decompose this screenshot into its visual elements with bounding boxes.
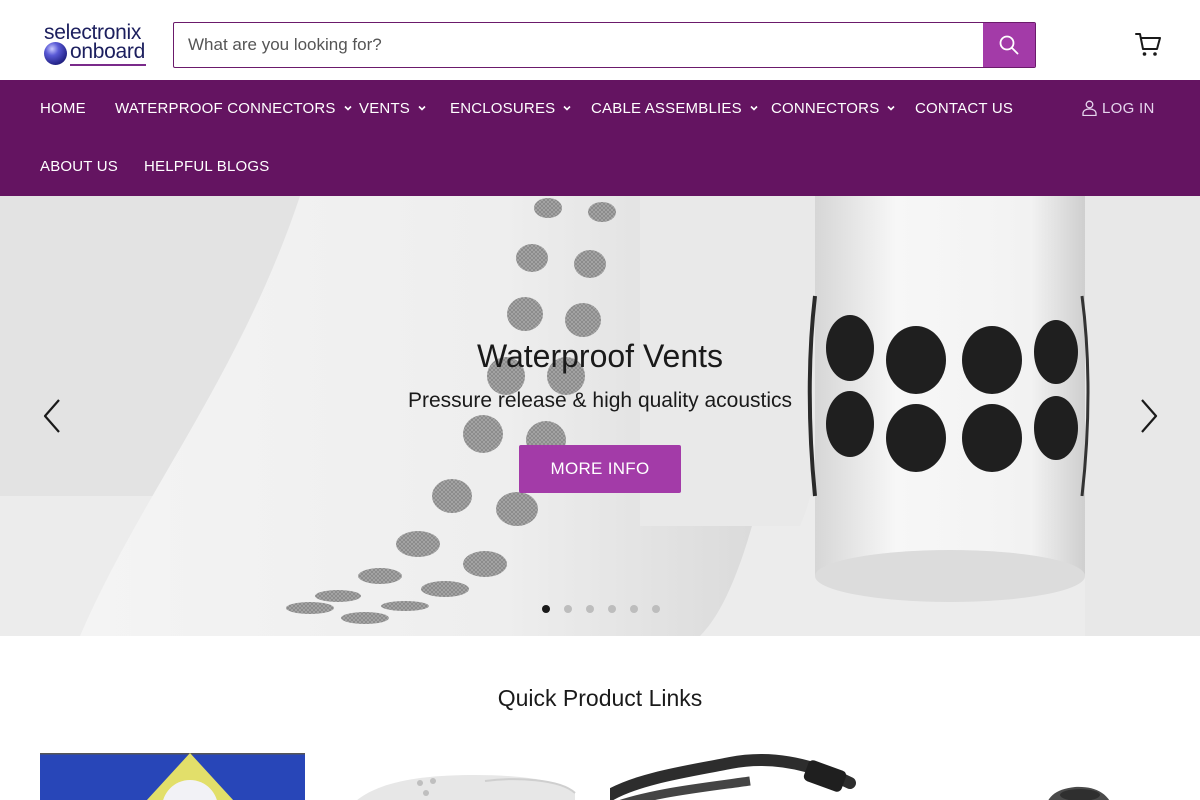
product-image [40,753,305,800]
search-button[interactable] [983,23,1035,67]
logo-underline [70,64,146,66]
nav-item-contact-us[interactable]: CONTACT US [915,96,1013,120]
nav-item-label: VENTS [359,99,411,117]
login-link[interactable]: LOG IN [1082,96,1155,120]
nav-item-label: CABLE ASSEMBLIES [591,99,742,117]
nav-item-label: HELPFUL BLOGS [144,157,270,175]
shopping-cart-icon [1135,33,1161,56]
nav-item-helpful-blogs[interactable]: HELPFUL BLOGS [144,154,269,178]
selectronix-logo[interactable]: selectronix onboard [40,22,150,68]
search-bar [173,22,1036,68]
product-image [325,753,590,800]
nav-item-label: ENCLOSURES [450,99,556,117]
hero-slideshow: Waterproof Vents Pressure release & high… [0,196,1200,636]
slide-dot[interactable] [652,605,660,613]
product-tile-enclosures[interactable] [325,753,590,800]
product-image [895,753,1160,800]
cart-button[interactable] [1133,30,1163,60]
nav-item-connectors[interactable]: CONNECTORS [771,96,896,120]
chevron-down-icon [563,105,571,111]
hero-subtitle: Pressure release & high quality acoustic… [407,389,793,412]
quick-links-heading: Quick Product Links [497,685,703,711]
product-tile-vents[interactable] [40,753,305,800]
chevron-left-icon[interactable] [40,396,64,436]
chevron-down-icon [344,105,352,111]
user-icon [1082,100,1097,116]
search-icon [999,35,1019,55]
nav-item-enclosures[interactable]: ENCLOSURES [450,96,572,120]
hero-title: Waterproof Vents [476,338,724,374]
login-label: LOG IN [1102,99,1155,117]
slide-dot[interactable] [630,605,638,613]
more-info-button[interactable]: MORE INFO [519,445,681,493]
nav-item-label: WATERPROOF CONNECTORS [115,99,336,117]
hero-vent-rolls-image [0,196,1200,636]
product-tile-connectors[interactable] [895,753,1160,800]
nav-item-label: CONNECTORS [771,99,880,117]
chevron-down-icon [750,105,758,111]
chevron-down-icon [418,105,426,111]
nav-item-cable-assemblies[interactable]: CABLE ASSEMBLIES [591,96,759,120]
site-header: selectronix onboard [0,0,1200,80]
nav-item-home[interactable]: HOME [40,96,86,120]
product-image [610,753,875,800]
slide-dot[interactable] [564,605,572,613]
nav-item-label: ABOUT US [40,157,119,175]
nav-item-about-us[interactable]: ABOUT US [40,154,118,178]
nav-item-waterproof-connectors[interactable]: WATERPROOF CONNECTORS [115,96,353,120]
search-input[interactable] [174,23,984,67]
slide-dot[interactable] [542,605,550,613]
nav-item-label: CONTACT US [915,99,1014,117]
nav-item-label: HOME [40,99,86,117]
logo-sphere-icon [44,42,67,65]
slide-dot[interactable] [608,605,616,613]
nav-item-vents[interactable]: VENTS [359,96,427,120]
slide-pagination [538,603,668,615]
chevron-down-icon [887,105,895,111]
slide-dot[interactable] [586,605,594,613]
chevron-right-icon[interactable] [1137,396,1161,436]
logo-wordmark-bottom: onboard [70,40,145,63]
main-navigation: HOME WATERPROOF CONNECTORS VENTS ENCLOSU… [0,80,1200,196]
product-tile-cable-assemblies[interactable] [610,753,875,800]
